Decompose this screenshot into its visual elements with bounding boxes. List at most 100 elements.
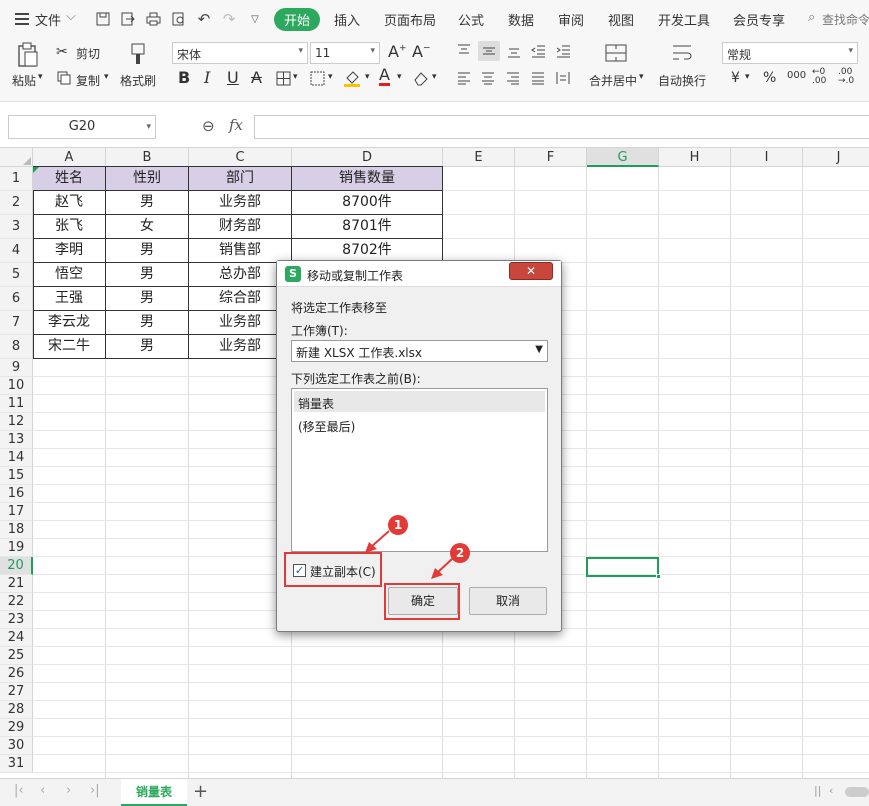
row-header[interactable]: 5 bbox=[0, 263, 33, 287]
number-format-select[interactable]: 常规 ▾ bbox=[722, 42, 858, 64]
column-header-c[interactable]: C bbox=[189, 148, 292, 167]
font-name-select[interactable]: 宋体 ▾ bbox=[172, 42, 308, 64]
tab-review[interactable]: 审阅 bbox=[558, 10, 584, 29]
row-header[interactable]: 25 bbox=[0, 647, 33, 665]
column-header-a[interactable]: A bbox=[33, 148, 106, 167]
row-header[interactable]: 20 bbox=[0, 557, 33, 575]
tab-member[interactable]: 会员专享 bbox=[733, 10, 785, 29]
row-header[interactable]: 27 bbox=[0, 683, 33, 701]
paste-dropdown-icon[interactable]: ▾ bbox=[38, 72, 43, 82]
underline-icon[interactable]: U bbox=[227, 68, 239, 87]
table-header-cell[interactable]: 销售数量 bbox=[292, 167, 443, 191]
zoom-icon[interactable]: ⊖ bbox=[202, 117, 215, 135]
row-header[interactable]: 6 bbox=[0, 287, 33, 311]
row-header[interactable]: 16 bbox=[0, 485, 33, 503]
scroll-divider-icon[interactable]: || bbox=[814, 784, 821, 797]
paste-icon[interactable] bbox=[16, 42, 40, 68]
row-header[interactable]: 8 bbox=[0, 335, 33, 359]
list-item[interactable]: (移至最后) bbox=[294, 414, 545, 435]
fill-pattern-icon[interactable] bbox=[309, 70, 325, 86]
column-header-d[interactable]: D bbox=[292, 148, 443, 167]
prev-sheet-icon[interactable]: ‹ bbox=[40, 783, 45, 798]
font-color-icon[interactable]: A bbox=[379, 66, 390, 86]
fill-handle[interactable] bbox=[656, 574, 661, 579]
tab-developer[interactable]: 开发工具 bbox=[658, 10, 710, 29]
align-top-icon[interactable] bbox=[457, 44, 471, 58]
currency-button[interactable]: ¥ bbox=[731, 70, 740, 86]
table-cell[interactable]: 男 bbox=[106, 287, 189, 311]
table-cell[interactable]: 男 bbox=[106, 239, 189, 263]
row-header[interactable]: 4 bbox=[0, 239, 33, 263]
clear-format-dropdown-icon[interactable]: ▾ bbox=[432, 72, 437, 82]
column-header-h[interactable]: H bbox=[659, 148, 731, 167]
increase-font-icon[interactable]: A+ bbox=[388, 42, 407, 61]
border-icon[interactable] bbox=[275, 70, 291, 86]
table-cell[interactable]: 业务部 bbox=[189, 191, 292, 215]
row-header[interactable]: 23 bbox=[0, 611, 33, 629]
table-cell[interactable]: 女 bbox=[106, 215, 189, 239]
merge-center-button[interactable]: 合并居中 bbox=[589, 72, 637, 89]
row-header[interactable]: 7 bbox=[0, 311, 33, 335]
add-sheet-button[interactable]: + bbox=[193, 781, 208, 802]
align-bottom-icon[interactable] bbox=[507, 44, 521, 58]
row-header[interactable]: 31 bbox=[0, 755, 33, 773]
row-header[interactable]: 18 bbox=[0, 521, 33, 539]
row-header[interactable]: 1 bbox=[0, 167, 33, 191]
column-header-b[interactable]: B bbox=[106, 148, 189, 167]
decrease-decimal-icon[interactable]: .00 →.0 bbox=[838, 68, 854, 86]
column-header-f[interactable]: F bbox=[515, 148, 587, 167]
tab-page-layout[interactable]: 页面布局 bbox=[384, 10, 436, 29]
decrease-indent-icon[interactable] bbox=[531, 44, 545, 58]
merge-center-icon[interactable] bbox=[605, 43, 627, 63]
align-right-icon[interactable] bbox=[506, 71, 520, 85]
table-cell[interactable]: 财务部 bbox=[189, 215, 292, 239]
format-painter-button[interactable]: 格式刷 bbox=[120, 72, 156, 89]
cancel-button[interactable]: 取消 bbox=[469, 587, 547, 615]
wrap-text-icon[interactable] bbox=[671, 43, 693, 63]
format-painter-icon[interactable] bbox=[128, 42, 148, 66]
font-color-dropdown-icon[interactable]: ▾ bbox=[397, 72, 402, 82]
align-middle-icon[interactable] bbox=[478, 41, 500, 61]
row-header[interactable]: 24 bbox=[0, 629, 33, 647]
percent-button[interactable]: % bbox=[763, 70, 776, 86]
table-cell[interactable]: 宋二牛 bbox=[33, 335, 106, 359]
tab-formulas[interactable]: 公式 bbox=[458, 10, 484, 29]
column-header-e[interactable]: E bbox=[443, 148, 515, 167]
tab-data[interactable]: 数据 bbox=[508, 10, 534, 29]
row-header[interactable]: 19 bbox=[0, 539, 33, 557]
workbook-select[interactable]: 新建 XLSX 工作表.xlsx ▼ bbox=[291, 340, 548, 362]
table-cell[interactable]: 8700件 bbox=[292, 191, 443, 215]
table-cell[interactable]: 男 bbox=[106, 191, 189, 215]
table-cell[interactable]: 8701件 bbox=[292, 215, 443, 239]
align-center-icon[interactable] bbox=[481, 71, 495, 85]
table-cell[interactable]: 赵飞 bbox=[33, 191, 106, 215]
file-menu[interactable]: 文件 bbox=[35, 10, 61, 29]
fill-color-icon[interactable] bbox=[343, 68, 361, 88]
quick-access-dropdown-icon[interactable]: ▽ bbox=[247, 11, 263, 27]
cut-button[interactable]: 剪切 bbox=[76, 45, 100, 62]
table-cell[interactable]: 张飞 bbox=[33, 215, 106, 239]
italic-icon[interactable]: I bbox=[204, 68, 210, 87]
row-header[interactable]: 12 bbox=[0, 413, 33, 431]
column-header-j[interactable]: J bbox=[803, 148, 869, 167]
table-header-cell[interactable]: 性别 bbox=[106, 167, 189, 191]
row-header[interactable]: 30 bbox=[0, 737, 33, 755]
row-header[interactable]: 15 bbox=[0, 467, 33, 485]
list-item[interactable]: 销量表 bbox=[294, 391, 545, 412]
row-header[interactable]: 10 bbox=[0, 377, 33, 395]
paste-button[interactable]: 粘贴 bbox=[12, 72, 36, 89]
scroll-left-icon[interactable]: ‹ bbox=[829, 784, 833, 797]
row-header[interactable]: 17 bbox=[0, 503, 33, 521]
strikethrough-icon[interactable]: A bbox=[251, 68, 262, 87]
wrap-text-button[interactable]: 自动换行 bbox=[658, 72, 706, 89]
table-cell[interactable]: 李云龙 bbox=[33, 311, 106, 335]
row-header[interactable]: 28 bbox=[0, 701, 33, 719]
search-command[interactable]: 查找命令 bbox=[822, 11, 869, 28]
scissors-icon[interactable]: ✂ bbox=[56, 44, 68, 60]
first-sheet-icon[interactable]: |‹ bbox=[14, 783, 24, 798]
file-menu-chevron-icon[interactable]: ⌵ bbox=[66, 9, 76, 24]
table-header-cell[interactable]: 部门 bbox=[189, 167, 292, 191]
align-left-icon[interactable] bbox=[457, 71, 471, 85]
column-header-g[interactable]: G bbox=[587, 148, 659, 167]
copy-dropdown-icon[interactable]: ▾ bbox=[104, 72, 109, 82]
